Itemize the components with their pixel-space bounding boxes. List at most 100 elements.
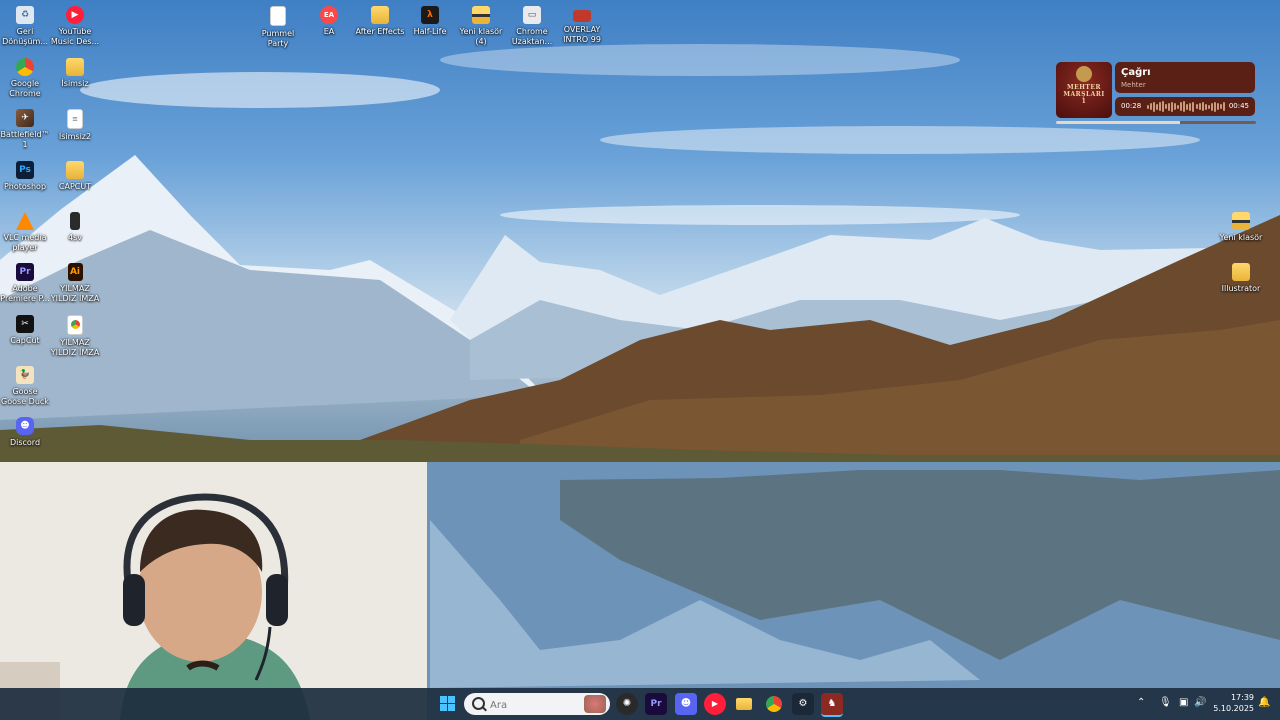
taskbar-app-steam[interactable]: ⚙ [792,693,814,715]
system-clock[interactable]: 17:39 5.10.2025 [1208,692,1254,714]
desktop-icon-illustrator-folder[interactable]: Illustrator [1216,259,1266,294]
folder-icon [472,6,490,24]
waveform-bar [1162,101,1165,112]
taskbar-search[interactable] [464,693,610,715]
folder-icon [371,6,389,24]
taskbar-app-file-explorer[interactable] [733,693,755,715]
chrome-icon [16,58,34,76]
track-title: Çağrı [1121,67,1151,78]
desktop-icon-pummel-party[interactable]: Pummel Party [253,2,303,49]
steam-icon: ⚙ [798,698,808,709]
clock-date: 5.10.2025 [1213,704,1254,713]
desktop-icon-isimsiz-folder[interactable]: İsimsiz [50,54,100,89]
network-icon[interactable]: ▣ [1179,696,1188,710]
waveform-bar [1216,103,1219,110]
music-player-widget[interactable]: MEHTER MARŞLARI 1 Çağrı Mehter 00:28 00:… [1056,62,1256,124]
windows-start-icon [440,696,456,711]
capcut-icon: ✂ [16,315,34,333]
playback-bar[interactable]: 00:28 00:45 [1115,97,1255,116]
start-button[interactable] [437,693,459,715]
taskbar: ✺ Pr ☻ ▶ ⚙ ♞ ⌃ 🎙 ▣ 🔊 17:39 5.10.2025 🔔 [0,688,1280,720]
desktop-icon-discord[interactable]: ☻ Discord [0,413,50,448]
waveform[interactable] [1147,101,1225,112]
illustrator-file-icon: Ai [67,263,83,281]
desktop-icon-yilmaz-yildiz-imza-ai[interactable]: Ai YILMAZ YILDIZ İMZA [50,259,100,304]
desktop-icon-youtube-music[interactable]: ▶ YouTube Music Des... [50,2,100,47]
battlefield-icon: ✈ [16,109,34,127]
desktop-icon-after-effects[interactable]: After Effects [355,2,405,37]
chrome-remote-icon: ▭ [523,6,541,24]
desktop-icon-battlefield-1[interactable]: ✈ Battlefield™ 1 [0,105,50,150]
volume-icon[interactable]: 🔊 [1194,696,1206,710]
desktop-icon-adobe-premiere[interactable]: Pr Adobe Premiere P... [0,259,50,304]
waveform-bar [1204,103,1207,110]
progress-bar[interactable] [1056,121,1256,124]
chatgpt-icon: ✺ [622,698,632,709]
discord-icon: ☻ [680,698,692,709]
premiere-icon: Pr [16,263,34,281]
taskbar-app-chrome[interactable] [763,693,785,715]
desktop-icon-goose-goose-duck[interactable]: 🦆 Goose Goose Duck [0,362,50,407]
waveform-bar [1180,102,1183,111]
desktop-icon-chrome-uzaktan[interactable]: ▭ Chrome Uzaktan... [507,2,557,47]
waveform-bar [1150,103,1153,110]
folder-icon [1232,212,1250,230]
youtube-music-icon: ▶ [711,699,719,708]
waveform-bar [1147,104,1149,109]
search-highlight-icon [584,695,606,713]
waveform-bar [1171,101,1174,112]
webcam-overlay [0,462,427,720]
vlc-icon [16,212,34,230]
photoshop-icon: Ps [16,161,34,179]
desktop-icon-yeni-klasor-4[interactable]: Yeni klasör (4) [456,2,506,47]
file-icon [70,212,80,230]
desktop-icon-google-chrome[interactable]: Google Chrome [0,54,50,99]
chevron-up-icon[interactable]: ⌃ [1137,696,1145,710]
chrome-file-icon [67,315,83,335]
waveform-bar [1198,103,1201,110]
discord-icon: ☻ [16,417,34,435]
text-file-icon: ≡ [67,109,83,129]
waveform-bar [1195,104,1198,109]
crest-icon [1076,66,1092,82]
desktop-icon-capcut[interactable]: ✂ CapCut [0,311,50,346]
chrome-icon [766,696,782,712]
waveform-bar [1174,103,1177,110]
goose-goose-duck-icon: 🦆 [16,366,34,384]
waveform-bar [1189,102,1192,111]
waveform-bar [1186,103,1189,110]
waveform-bar [1210,102,1213,111]
desktop-icon-ea[interactable]: EA EA [304,2,354,37]
current-time: 00:28 [1121,102,1142,110]
folder-icon [66,161,84,179]
search-icon [472,697,485,710]
waveform-bar [1177,104,1180,109]
folder-icon [66,58,84,76]
desktop-icon-half-life[interactable]: λ Half-Life [405,2,455,37]
desktop-icon-overlay-intro-99[interactable]: OVERLAY INTRO 99 [557,2,607,45]
track-artist: Mehter [1121,81,1146,89]
notification-icon[interactable]: 🔔 [1258,696,1270,710]
desktop-icon-vlc[interactable]: VLC media player [0,208,50,253]
taskbar-app-premiere[interactable]: Pr [645,693,667,715]
desktop-icon-yilmaz-yildiz-imza-chrome[interactable]: YILMAZ YILDIZ İMZA [50,311,100,358]
desktop-icon-photoshop[interactable]: Ps Photoshop [0,157,50,192]
desktop-icon-isimsiz2[interactable]: ≡ İsimsiz2 [50,105,100,142]
waveform-bar [1207,104,1210,109]
taskbar-app-active[interactable]: ♞ [821,693,843,717]
taskbar-app-chatgpt[interactable]: ✺ [616,693,638,715]
taskbar-app-discord[interactable]: ☻ [675,693,697,715]
microphone-icon[interactable]: 🎙 [1159,696,1172,710]
search-input[interactable] [488,696,582,714]
taskbar-app-youtube-music[interactable]: ▶ [704,693,726,715]
waveform-bar [1159,102,1162,111]
desktop-icon-yeni-klasor[interactable]: Yeni klasör [1216,208,1266,243]
album-art: MEHTER MARŞLARI 1 [1056,62,1112,118]
waveform-bar [1168,102,1171,111]
file-explorer-icon [736,698,752,710]
half-life-icon: λ [421,6,439,24]
desktop-icon-capcut-folder[interactable]: CAPCUT [50,157,100,192]
track-info: Çağrı Mehter [1115,62,1255,93]
desktop-icon-4sv[interactable]: 4sv [50,208,100,243]
desktop-icon-recycle-bin[interactable]: ♻ Geri Dönüşüm... [0,2,50,47]
